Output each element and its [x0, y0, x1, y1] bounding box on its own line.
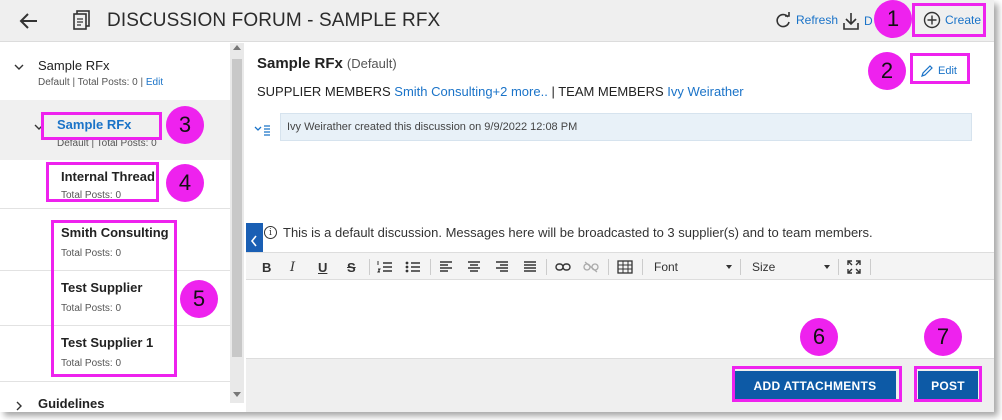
- tree-item-name: Guidelines: [38, 396, 105, 411]
- supplier-members-label: SUPPLIER MEMBERS: [257, 84, 391, 99]
- size-select[interactable]: Size: [752, 257, 830, 277]
- font-select[interactable]: Font: [654, 257, 732, 277]
- underline-button[interactable]: U: [318, 258, 327, 276]
- tree-scrollbar[interactable]: [230, 43, 244, 403]
- link-icon[interactable]: [554, 258, 572, 276]
- supplier-members-link[interactable]: Smith Consulting+2 more..: [394, 84, 548, 99]
- document-icon: [72, 9, 92, 31]
- italic-button[interactable]: I: [290, 258, 295, 276]
- scroll-down-arrow-icon[interactable]: [233, 392, 241, 397]
- callout-badge: 6: [800, 318, 838, 356]
- highlight-post: [914, 366, 982, 402]
- table-icon[interactable]: [616, 258, 634, 276]
- download-label: D: [864, 14, 873, 28]
- highlight-internal-thread: [46, 162, 159, 202]
- bullet-list-icon[interactable]: [404, 258, 422, 276]
- callout-badge: 4: [166, 164, 204, 202]
- strikethrough-button[interactable]: S: [347, 258, 356, 276]
- download-button[interactable]: D: [842, 11, 873, 31]
- editor-toolbar: B I U S Font Size: [246, 252, 994, 280]
- toolbar-separator: [608, 259, 609, 275]
- app-window: DISCUSSION FORUM - SAMPLE RFX Refresh D …: [0, 0, 994, 412]
- info-icon: i: [264, 226, 277, 239]
- toolbar-separator: [642, 259, 643, 275]
- scroll-thumb[interactable]: [232, 59, 242, 357]
- tree-root-item[interactable]: Sample RFx Default | Total Posts: 0 | Ed…: [38, 58, 228, 88]
- back-arrow-icon[interactable]: [16, 8, 42, 34]
- size-select-label: Size: [752, 260, 776, 274]
- scroll-up-arrow-icon[interactable]: [233, 45, 241, 50]
- callout-badge: 5: [180, 280, 218, 318]
- info-line: i This is a default discussion. Messages…: [264, 225, 873, 240]
- highlight-add-attachments: [732, 366, 902, 402]
- team-members-link[interactable]: Ivy Weirather: [667, 84, 743, 99]
- download-icon: [843, 13, 859, 30]
- message-editor[interactable]: [246, 281, 994, 359]
- discussion-panel: Sample RFx (Default) Edit SUPPLIER MEMBER…: [246, 43, 994, 412]
- fullscreen-icon[interactable]: [846, 258, 862, 276]
- refresh-button[interactable]: Refresh: [774, 11, 838, 29]
- default-tag: (Default): [346, 56, 397, 71]
- bold-button[interactable]: B: [262, 258, 271, 276]
- align-right-icon[interactable]: [494, 258, 510, 276]
- toolbar-separator: [838, 259, 839, 275]
- align-left-icon[interactable]: [438, 258, 454, 276]
- toolbar-separator: [546, 259, 547, 275]
- page-title: DISCUSSION FORUM - SAMPLE RFX: [107, 10, 441, 31]
- tree-item-guidelines[interactable]: Guidelines: [38, 396, 218, 411]
- toolbar-separator: [870, 259, 871, 275]
- refresh-icon: [776, 12, 790, 28]
- members-line: SUPPLIER MEMBERS Smith Consulting+2 more…: [257, 84, 744, 99]
- activity-message: Ivy Weirather created this discussion on…: [280, 113, 972, 141]
- toolbar-separator: [369, 259, 370, 275]
- callout-badge: 7: [924, 318, 962, 356]
- divider: [0, 381, 230, 382]
- highlight-create: [912, 3, 986, 37]
- callout-badge: 2: [868, 52, 906, 90]
- numbered-list-icon[interactable]: [376, 258, 394, 276]
- tree-root-meta: Default | Total Posts: 0 | Edit: [38, 77, 164, 88]
- toolbar-separator: [740, 259, 741, 275]
- team-members-label: | TEAM MEMBERS: [551, 84, 664, 99]
- info-text: This is a default discussion. Messages h…: [283, 225, 873, 240]
- chevron-down-icon[interactable]: [14, 62, 24, 72]
- highlight-suppliers: [51, 220, 177, 377]
- tree-root-name: Sample RFx: [38, 58, 110, 73]
- callout-badge: 1: [874, 0, 912, 38]
- toolbar-separator: [430, 259, 431, 275]
- discussion-title: Sample RFx (Default): [257, 55, 397, 72]
- chevron-right-icon[interactable]: [14, 401, 24, 411]
- highlight-edit: [910, 53, 970, 84]
- page-header: DISCUSSION FORUM - SAMPLE RFX Refresh D …: [0, 0, 994, 42]
- tree-root-edit-link[interactable]: Edit: [146, 77, 163, 88]
- callout-badge: 3: [166, 106, 204, 144]
- font-select-label: Font: [654, 260, 679, 274]
- divider: [0, 208, 230, 209]
- unlink-icon[interactable]: [582, 258, 600, 276]
- refresh-label: Refresh: [796, 13, 839, 27]
- align-center-icon[interactable]: [466, 258, 482, 276]
- chevron-down-icon: [824, 265, 830, 269]
- align-justify-icon[interactable]: [522, 258, 538, 276]
- chevron-down-icon: [726, 265, 732, 269]
- highlight-sample-rfx: [41, 112, 162, 140]
- expand-thread-icon[interactable]: [254, 123, 272, 137]
